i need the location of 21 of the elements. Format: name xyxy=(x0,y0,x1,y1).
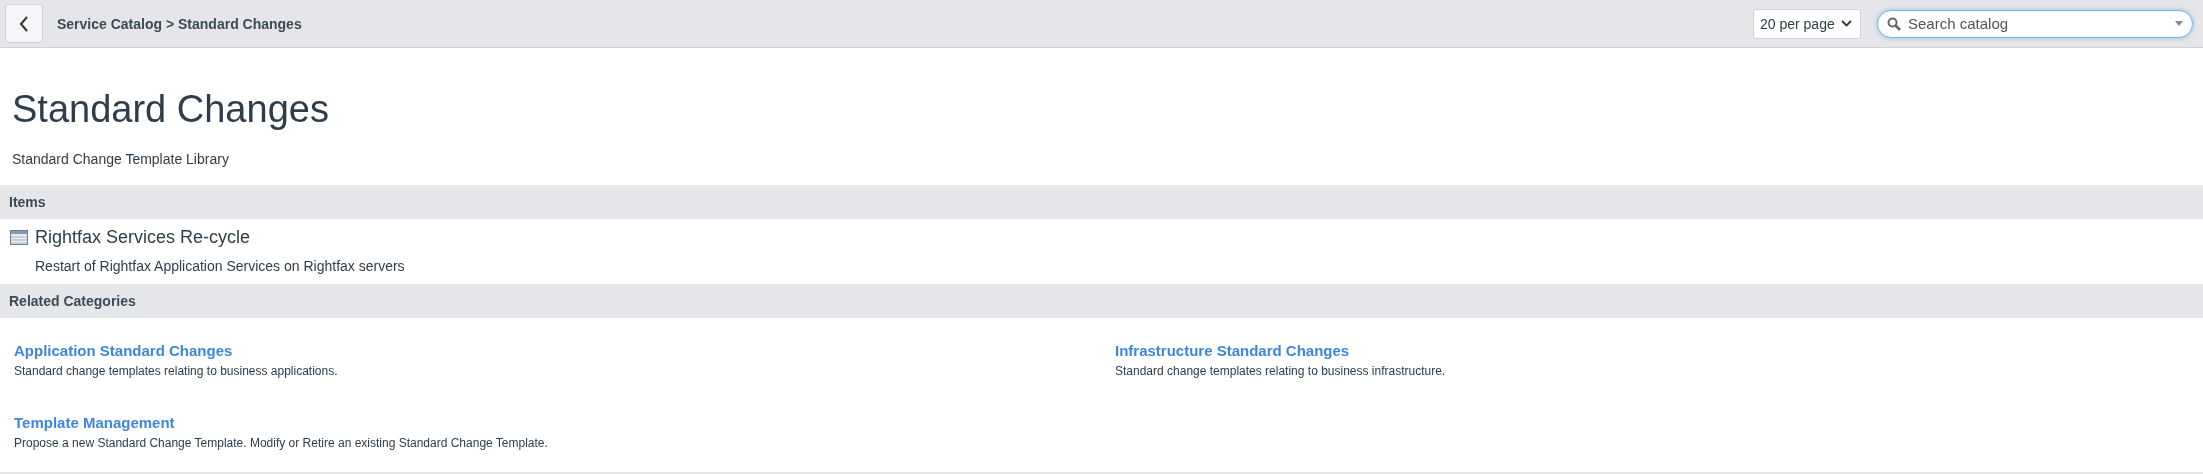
caret-icon xyxy=(2175,21,2183,26)
back-icon xyxy=(19,15,29,32)
breadcrumb: Service Catalog > Standard Changes xyxy=(57,15,303,32)
item-description: Restart of Rightfax Application Services on Rightfax servers xyxy=(35,258,406,274)
category-description: Standard change templates relating to business infrastructure. xyxy=(1115,364,1447,378)
per-page-select[interactable]: 20 per page xyxy=(1753,8,1861,39)
section-header: Items xyxy=(0,185,2203,219)
category-link[interactable]: Template Management xyxy=(14,414,175,431)
category-description: Propose a new Standard Change Template. Modify or Retire an existing Standard Change Template. xyxy=(14,436,549,450)
back-button[interactable] xyxy=(5,4,43,43)
chevron-icon xyxy=(1841,20,1852,27)
page-subtitle: Standard Change Template Library xyxy=(12,151,230,167)
search-icon xyxy=(1887,16,1901,31)
category-link[interactable]: Application Standard Changes xyxy=(14,342,233,359)
search-field[interactable]: Search catalog xyxy=(1877,9,2193,38)
page-title: Standard Changes xyxy=(12,88,330,131)
item-title[interactable]: Rightfax Services Re-cycle xyxy=(35,227,251,248)
category-link[interactable]: Infrastructure Standard Changes xyxy=(1115,342,1350,359)
section-header: Related Categories xyxy=(0,284,2203,318)
category-description: Standard change templates relating to business applications. xyxy=(14,364,339,378)
table-icon xyxy=(10,230,28,245)
